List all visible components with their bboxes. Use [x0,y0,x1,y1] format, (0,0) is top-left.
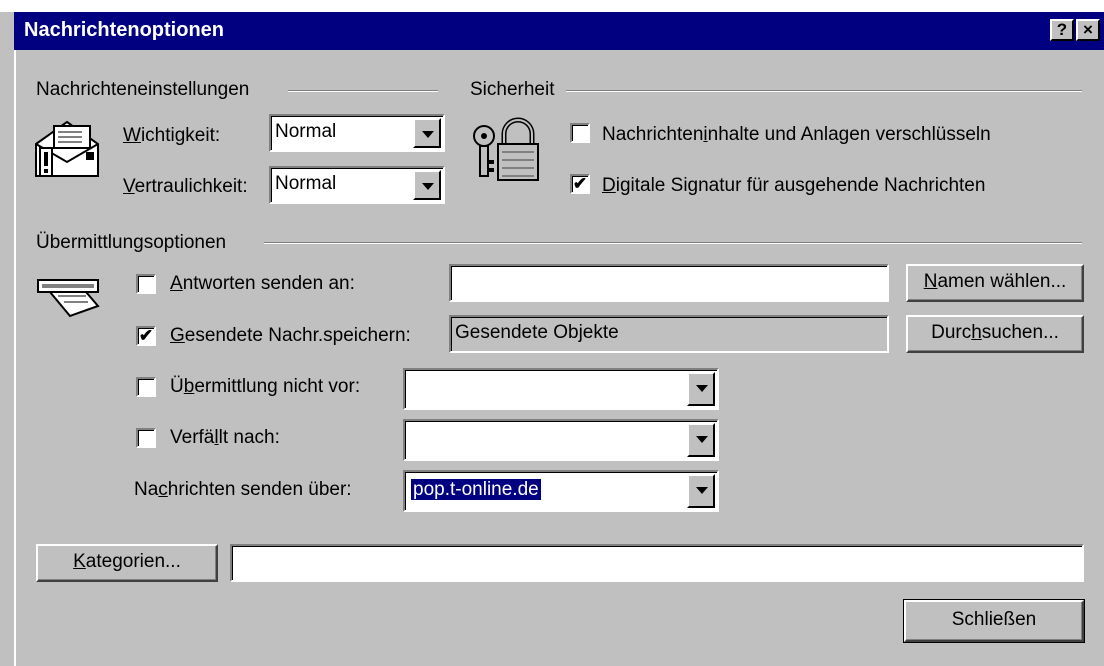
title-bar: Nachrichtenoptionen ? × [14,12,1104,50]
chevron-down-icon [422,183,434,190]
send-via-label: Nachrichten senden über: [134,479,352,500]
expires-dropdown-button[interactable] [687,423,715,457]
reply-to-checkbox[interactable] [136,274,156,294]
defer-date-select[interactable] [403,368,719,410]
expires-checkbox[interactable] [136,428,156,448]
reply-to-label: Antworten senden an: [170,273,355,294]
sensitivity-select[interactable]: Normal [269,166,445,204]
security-group-line [566,90,1082,92]
window-left-edge [14,50,16,666]
window-title: Nachrichtenoptionen [24,19,225,41]
importance-label: Wichtigkeit: [123,125,221,146]
importance-value: Normal [275,121,337,142]
importance-dropdown-button[interactable] [413,118,441,148]
send-via-value: pop.t-online.de [410,478,542,501]
sensitivity-value: Normal [275,173,337,194]
save-sent-label: Gesendete Nachr.speichern: [170,325,411,346]
close-dialog-button[interactable]: Schließen [903,599,1085,643]
sensitivity-label: Vertraulichkeit: [123,176,248,197]
save-sent-folder-field: Gesendete Objekte [449,315,889,353]
expires-label: Verfällt nach: [170,427,280,448]
importance-select[interactable]: Normal [269,114,445,152]
expires-date-select[interactable] [403,419,719,461]
defer-label: Übermittlung nicht vor: [170,376,361,397]
save-sent-folder-value: Gesendete Objekte [455,322,619,343]
categories-input[interactable] [230,544,1084,582]
defer-dropdown-button[interactable] [687,372,715,406]
delivery-group-label: Übermittlungsoptionen [36,232,227,253]
help-button[interactable]: ? [1050,19,1074,41]
encrypt-label: Nachrichteninhalte und Anlagen verschlüs… [602,124,991,145]
encrypt-checkbox[interactable] [570,123,590,143]
message-settings-group-label: Nachrichteneinstellungen [36,79,250,100]
sign-label: Digitale Signatur für ausgehende Nachric… [602,175,986,196]
chevron-down-icon [422,131,434,138]
delivery-group-line [264,242,1082,244]
defer-checkbox[interactable] [136,377,156,397]
sensitivity-dropdown-button[interactable] [413,170,441,200]
select-names-button[interactable]: Namen wählen... [906,264,1084,302]
sign-checkbox[interactable]: ✔ [570,174,590,194]
envelope-importance-icon [35,120,99,177]
security-group-label: Sicherheit [470,79,555,100]
chevron-down-icon [696,487,708,494]
categories-button[interactable]: Kategorien... [36,544,218,582]
send-via-account-select[interactable]: pop.t-online.de [403,470,719,512]
browse-button[interactable]: Durchsuchen... [906,315,1084,353]
close-icon[interactable]: × [1076,19,1100,41]
chevron-down-icon [696,436,708,443]
send-via-dropdown-button[interactable] [687,474,715,508]
screen-top-edge [0,0,1104,12]
reply-to-input[interactable] [449,264,889,302]
lock-key-icon [473,117,539,181]
message-settings-group-line [288,90,438,92]
save-sent-checkbox[interactable]: ✔ [136,326,156,346]
chevron-down-icon [696,385,708,392]
send-tray-icon [37,279,100,318]
